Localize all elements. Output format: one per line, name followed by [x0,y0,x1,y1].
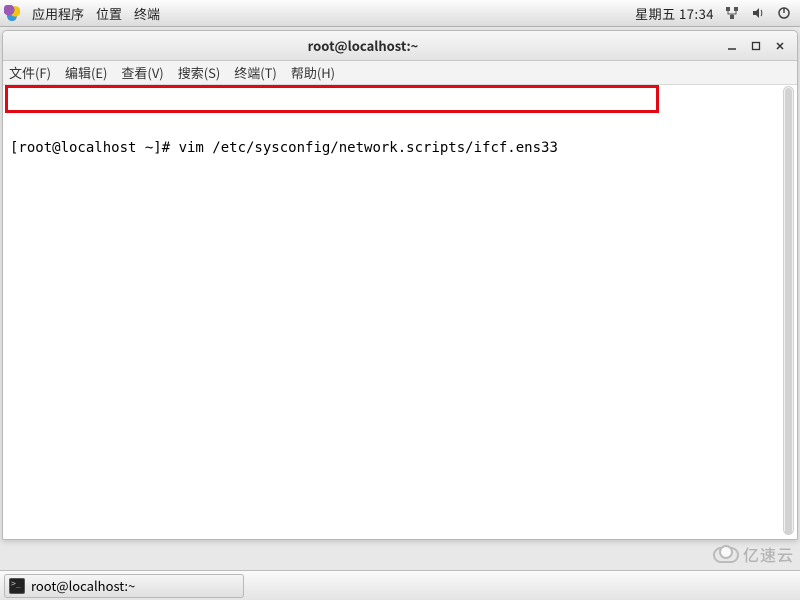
menu-edit[interactable]: 编辑(E) [65,63,107,82]
menubar: 文件(F) 编辑(E) 查看(V) 搜索(S) 终端(T) 帮助(H) [3,61,797,85]
watermark-text: 亿速云 [743,542,794,566]
taskbar-item-terminal[interactable]: root@localhost:~ [4,574,244,598]
shell-command: vim /etc/sysconfig/network.scripts/ifcf.… [179,140,558,156]
network-icon[interactable] [724,5,740,21]
window-title: root@localhost:~ [3,36,723,55]
top-panel: 应用程序 位置 终端 星期五 17:34 [0,0,800,27]
menu-terminal-top[interactable]: 终端 [134,4,160,23]
scrollbar[interactable] [783,86,794,535]
clock: 星期五 17:34 [635,4,714,23]
terminal-line-1: [root@localhost ~]# vim /etc/sysconfig/n… [7,137,791,156]
volume-icon[interactable] [750,5,766,21]
taskbar-item-label: root@localhost:~ [31,576,135,595]
menu-file[interactable]: 文件(F) [9,63,51,82]
scrollbar-thumb[interactable] [785,88,792,535]
menu-terminal[interactable]: 终端(T) [234,63,277,82]
titlebar[interactable]: root@localhost:~ [3,31,797,61]
terminal-body[interactable]: [root@localhost ~]# vim /etc/sysconfig/n… [3,85,797,539]
power-icon[interactable] [776,5,792,21]
apps-icon [4,5,20,21]
menu-help[interactable]: 帮助(H) [291,63,335,82]
minimize-button[interactable] [723,37,741,55]
cloud-icon [709,545,739,563]
bottom-panel: root@localhost:~ [0,570,800,600]
menu-places[interactable]: 位置 [96,4,122,23]
annotation-highlight [5,85,659,113]
shell-prompt: [root@localhost ~]# [10,140,179,156]
terminal-window: root@localhost:~ 文件(F) 编辑(E) 查看(V) 搜索(S)… [2,30,798,540]
terminal-icon [9,578,25,594]
close-button[interactable] [771,37,789,55]
menu-search[interactable]: 搜索(S) [178,63,221,82]
maximize-button[interactable] [747,37,765,55]
menu-applications[interactable]: 应用程序 [32,4,84,23]
watermark: 亿速云 [709,542,794,566]
menu-view[interactable]: 查看(V) [121,63,163,82]
